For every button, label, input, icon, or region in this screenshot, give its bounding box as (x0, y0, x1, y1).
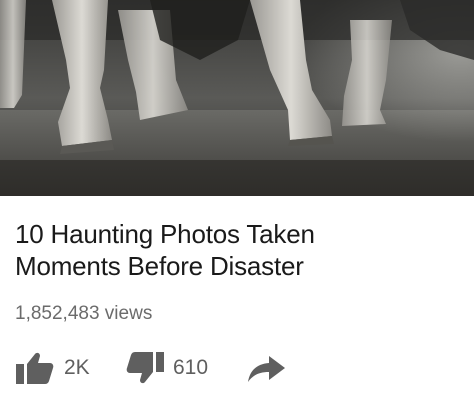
video-card: 10 Haunting Photos Taken Moments Before … (0, 0, 474, 415)
dislike-button[interactable]: 610 (125, 350, 235, 386)
dislike-count: 610 (173, 356, 209, 379)
video-title[interactable]: 10 Haunting Photos Taken Moments Before … (15, 218, 455, 282)
share-arrow-icon (248, 356, 285, 382)
thumbnail-image (0, 0, 474, 196)
video-thumbnail[interactable] (0, 0, 474, 196)
view-count: 1,852,483 views (15, 303, 153, 324)
video-title-line-2: Moments Before Disaster (15, 251, 304, 281)
share-button[interactable] (245, 350, 289, 386)
thumbs-down-icon (126, 352, 164, 384)
like-button[interactable]: 2K (15, 350, 115, 386)
action-bar: 2K 610 (15, 350, 315, 386)
like-count: 2K (64, 356, 90, 379)
thumbs-up-icon (16, 352, 54, 384)
video-title-line-1: 10 Haunting Photos Taken (15, 219, 315, 249)
